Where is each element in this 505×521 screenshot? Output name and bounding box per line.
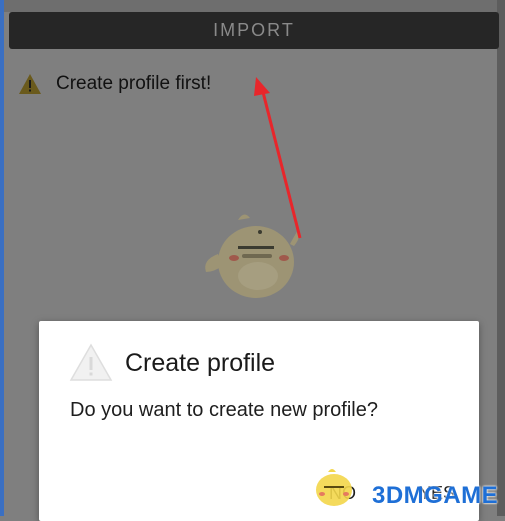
warning-icon <box>19 74 41 94</box>
import-button-label: IMPORT <box>213 20 295 40</box>
warning-banner: Create profile first! <box>18 71 211 97</box>
dialog-title: Create profile <box>125 348 276 377</box>
warning-icon <box>69 343 113 381</box>
mascot-image <box>205 214 300 298</box>
dialog-header: Create profile <box>69 343 275 383</box>
dialog-message: Do you want to create new profile? <box>70 399 378 421</box>
warning-message: Create profile first! <box>56 73 212 94</box>
import-button[interactable]: IMPORT <box>9 12 499 49</box>
watermark-logo: 3DMGAME <box>310 462 505 516</box>
watermark-text: 3DMGAME <box>372 482 499 509</box>
window-right-edge <box>497 0 505 516</box>
window-left-edge <box>0 0 4 516</box>
top-strip <box>0 0 505 12</box>
